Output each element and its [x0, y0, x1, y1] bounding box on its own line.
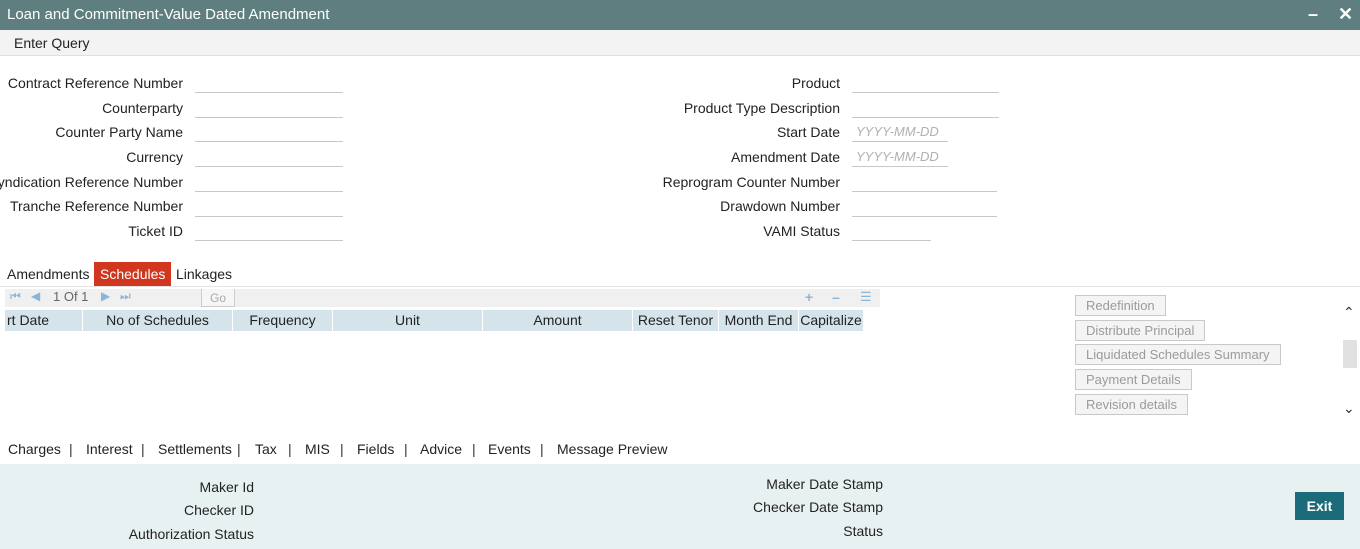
separator: | — [340, 441, 344, 457]
product-label: Product — [791, 75, 840, 91]
start-date-label: Start Date — [776, 124, 840, 140]
enter-query-button[interactable]: Enter Query — [14, 35, 89, 51]
separator: | — [69, 441, 73, 457]
redefinition-button[interactable]: Redefinition — [1075, 295, 1166, 316]
menu-bar: Enter Query — [0, 30, 1360, 56]
counterparty-label: Counterparty — [102, 100, 183, 116]
tab-linkages[interactable]: Linkages — [170, 262, 238, 286]
contract-reference-number-field[interactable] — [195, 73, 343, 93]
go-button[interactable]: Go — [201, 289, 235, 307]
ticket-id-label: Ticket ID — [128, 223, 183, 239]
reprogram-counter-number-label: Reprogram Counter Number — [662, 174, 840, 190]
tab-divider — [0, 286, 1360, 287]
col-reset-tenor[interactable]: Reset Tenor — [633, 310, 719, 331]
liquidated-schedules-summary-button[interactable]: Liquidated Schedules Summary — [1075, 344, 1281, 365]
add-row-icon[interactable]: + — [805, 289, 813, 305]
col-amount[interactable]: Amount — [483, 310, 633, 331]
product-type-description-field[interactable] — [852, 98, 999, 118]
tranche-reference-number-field[interactable] — [195, 197, 343, 217]
tab-amendments[interactable]: Amendments — [1, 262, 95, 286]
separator: | — [404, 441, 408, 457]
drawdown-number-field[interactable] — [852, 197, 997, 217]
syndication-reference-number-label: Syndication Reference Number — [0, 174, 183, 190]
scroll-down-icon[interactable]: ⌄ — [1343, 400, 1355, 417]
exit-button[interactable]: Exit — [1295, 492, 1344, 520]
events-link[interactable]: Events — [488, 441, 531, 457]
audit-footer: Maker Id Checker ID Authorization Status… — [0, 464, 1360, 549]
col-frequency[interactable]: Frequency — [233, 310, 333, 331]
minimize-icon[interactable]: – — [1308, 4, 1318, 25]
delete-row-icon[interactable]: – — [832, 289, 840, 305]
grid-header: rt Date No of Schedules Frequency Unit A… — [5, 310, 864, 331]
separator: | — [288, 441, 292, 457]
scrollbar-thumb[interactable] — [1343, 340, 1357, 368]
col-no-of-schedules[interactable]: No of Schedules — [83, 310, 233, 331]
col-unit[interactable]: Unit — [333, 310, 483, 331]
status-label: Status — [843, 523, 883, 539]
title-bar: Loan and Commitment-Value Dated Amendmen… — [0, 0, 1360, 30]
product-type-description-label: Product Type Description — [683, 100, 840, 116]
ticket-id-field[interactable] — [195, 221, 343, 241]
col-month-end[interactable]: Month End — [719, 310, 799, 331]
previous-page-icon[interactable]: ◀ — [31, 289, 40, 303]
counter-party-name-field[interactable] — [195, 122, 343, 142]
contract-reference-number-label: Contract Reference Number — [7, 75, 183, 91]
col-capitalize[interactable]: Capitalize — [799, 310, 864, 331]
reprogram-counter-number-field[interactable] — [852, 172, 997, 192]
separator: | — [141, 441, 145, 457]
tranche-reference-number-label: Tranche Reference Number — [9, 198, 183, 214]
message-preview-link[interactable]: Message Preview — [557, 441, 668, 457]
currency-label: Currency — [126, 149, 183, 165]
distribute-principal-button[interactable]: Distribute Principal — [1075, 320, 1206, 341]
single-view-icon[interactable]: ☰ — [860, 289, 872, 305]
syndication-reference-number-field[interactable] — [195, 172, 343, 192]
mis-link[interactable]: MIS — [305, 441, 330, 457]
last-page-icon[interactable]: ⏭ — [120, 289, 131, 304]
amendment-date-field[interactable] — [852, 147, 948, 167]
start-date-field[interactable] — [852, 122, 948, 142]
payment-details-button[interactable]: Payment Details — [1075, 369, 1192, 390]
checker-id-label: Checker ID — [183, 502, 254, 518]
maker-date-stamp-label: Maker Date Stamp — [766, 476, 883, 492]
subsystem-bar: Charges | Interest | Settlements | Tax |… — [0, 432, 1360, 464]
separator: | — [237, 441, 241, 457]
settlements-link[interactable]: Settlements — [158, 441, 232, 457]
revision-details-button[interactable]: Revision details — [1075, 394, 1189, 415]
product-field[interactable] — [852, 73, 999, 93]
maker-id-label: Maker Id — [199, 479, 254, 495]
tax-link[interactable]: Tax — [255, 441, 277, 457]
window-title: Loan and Commitment-Value Dated Amendmen… — [7, 6, 330, 23]
fields-link[interactable]: Fields — [357, 441, 394, 457]
counter-party-name-label: Counter Party Name — [55, 124, 183, 140]
drawdown-number-label: Drawdown Number — [720, 198, 840, 214]
tab-schedules[interactable]: Schedules — [94, 262, 172, 286]
vami-status-label: VAMI Status — [763, 223, 840, 239]
separator: | — [540, 441, 544, 457]
interest-link[interactable]: Interest — [86, 441, 133, 457]
currency-field[interactable] — [195, 147, 343, 167]
page-info: 1 Of 1 — [53, 289, 89, 304]
authorization-status-label: Authorization Status — [128, 526, 254, 542]
advice-link[interactable]: Advice — [420, 441, 462, 457]
grid-toolbar: ⏮ ◀ 1 Of 1 ▶ ⏭ Go + – ☰ — [5, 289, 880, 307]
next-page-icon[interactable]: ▶ — [101, 289, 110, 303]
scroll-up-icon[interactable]: ⌃ — [1343, 304, 1355, 321]
close-icon[interactable]: ✕ — [1338, 4, 1353, 25]
col-start-date[interactable]: rt Date — [5, 310, 83, 331]
amendment-date-label: Amendment Date — [731, 149, 840, 165]
vertical-scrollbar[interactable]: ⌃ ⌄ — [1342, 296, 1358, 430]
charges-link[interactable]: Charges — [8, 441, 61, 457]
separator: | — [472, 441, 476, 457]
vami-status-field[interactable] — [852, 221, 931, 241]
first-page-icon[interactable]: ⏮ — [10, 289, 21, 304]
counterparty-field[interactable] — [195, 98, 343, 118]
checker-date-stamp-label: Checker Date Stamp — [753, 499, 883, 515]
